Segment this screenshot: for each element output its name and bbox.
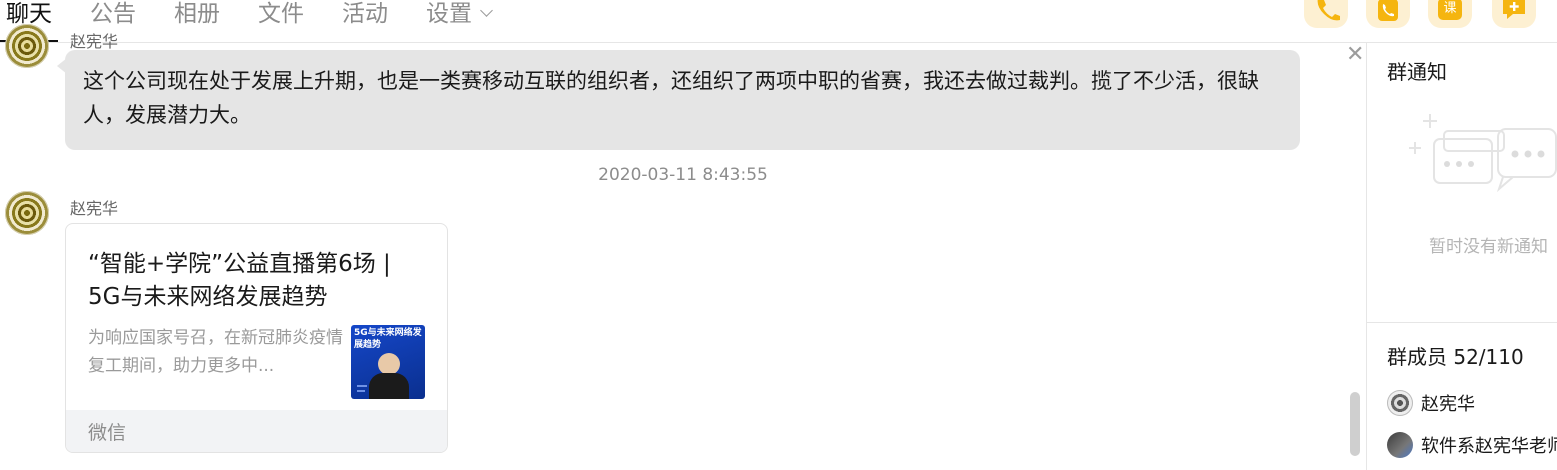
tab-settings[interactable]: 设置 bbox=[420, 0, 497, 36]
tab-activity[interactable]: 活动 bbox=[336, 0, 394, 36]
message-text: 这个公司现在处于发展上升期，也是一类赛移动互联的组织者，还组织了两项中职的省赛，… bbox=[83, 69, 1259, 127]
tab-label: 设置 bbox=[426, 1, 472, 27]
card-footer: 微信 bbox=[66, 410, 447, 452]
tab-album[interactable]: 相册 bbox=[168, 0, 226, 36]
sender-name: 赵宪华 bbox=[70, 199, 119, 218]
shared-link-card[interactable]: “智能+学院”公益直播第6场 | 5G与未来网络发展趋势 为响应国家号召，在新冠… bbox=[65, 223, 448, 453]
avatar bbox=[1387, 432, 1413, 458]
thumbnail-line bbox=[357, 385, 367, 387]
video-call-icon bbox=[1378, 0, 1398, 21]
tab-files[interactable]: 文件 bbox=[252, 0, 310, 36]
avatar bbox=[1387, 390, 1413, 416]
empty-notice-illustration-icon bbox=[1409, 114, 1557, 193]
member-item[interactable]: 赵宪华 bbox=[1387, 390, 1475, 416]
avatar[interactable] bbox=[5, 24, 49, 68]
add-message-button[interactable] bbox=[1492, 0, 1536, 28]
card-title: “智能+学院”公益直播第6场 | 5G与未来网络发展趋势 bbox=[88, 251, 391, 310]
tab-label: 文件 bbox=[258, 1, 304, 27]
card-thumbnail: 5G与未来网络发展趋势 bbox=[351, 325, 425, 399]
card-source: 微信 bbox=[88, 422, 127, 444]
group-members-title[interactable]: 群成员 52/110 bbox=[1387, 341, 1524, 370]
close-icon[interactable]: ✕ bbox=[1346, 42, 1364, 67]
group-side-panel: 群通知 暂时没有新通知 群成员 52/110 赵宪华 软件系赵宪华老师 bbox=[1366, 43, 1557, 470]
group-notice-title: 群通知 bbox=[1387, 60, 1447, 84]
member-name: 软件系赵宪华老师 bbox=[1421, 436, 1557, 457]
message-timestamp: 2020-03-11 8:43:55 bbox=[598, 165, 768, 185]
course-icon: 课 bbox=[1438, 0, 1462, 20]
divider bbox=[1367, 322, 1557, 323]
message-bubble[interactable]: 这个公司现在处于发展上升期，也是一类赛移动互联的组织者，还组织了两项中职的省赛，… bbox=[65, 50, 1300, 150]
video-call-button[interactable] bbox=[1366, 0, 1410, 28]
course-button[interactable]: 课 bbox=[1428, 0, 1472, 28]
chevron-down-icon bbox=[480, 4, 493, 17]
card-description: 为响应国家号召，在新冠肺炎疫情复工期间，助力更多中... bbox=[88, 328, 343, 376]
member-name: 赵宪华 bbox=[1421, 394, 1475, 415]
chat-header-bar: 聊天 公告 相册 文件 活动 设置 课 bbox=[0, 0, 1557, 43]
tab-label: 活动 bbox=[342, 1, 388, 27]
avatar[interactable] bbox=[5, 191, 49, 235]
tab-label: 相册 bbox=[174, 1, 220, 27]
scrollbar-thumb[interactable] bbox=[1350, 392, 1360, 456]
thumbnail-person-head bbox=[378, 353, 400, 375]
phone-call-icon bbox=[1317, 0, 1340, 21]
thumbnail-line bbox=[357, 390, 365, 392]
member-item[interactable]: 软件系赵宪华老师 bbox=[1387, 432, 1557, 458]
tab-label: 公告 bbox=[90, 1, 136, 27]
add-message-icon bbox=[1503, 0, 1525, 19]
thumbnail-person-body bbox=[369, 373, 409, 399]
thumbnail-text: 5G与未来网络发展趋势 bbox=[354, 328, 422, 350]
empty-notice-text: 暂时没有新通知 bbox=[1429, 237, 1548, 257]
sender-name: 赵宪华 bbox=[70, 32, 119, 51]
phone-call-button[interactable] bbox=[1304, 0, 1348, 28]
